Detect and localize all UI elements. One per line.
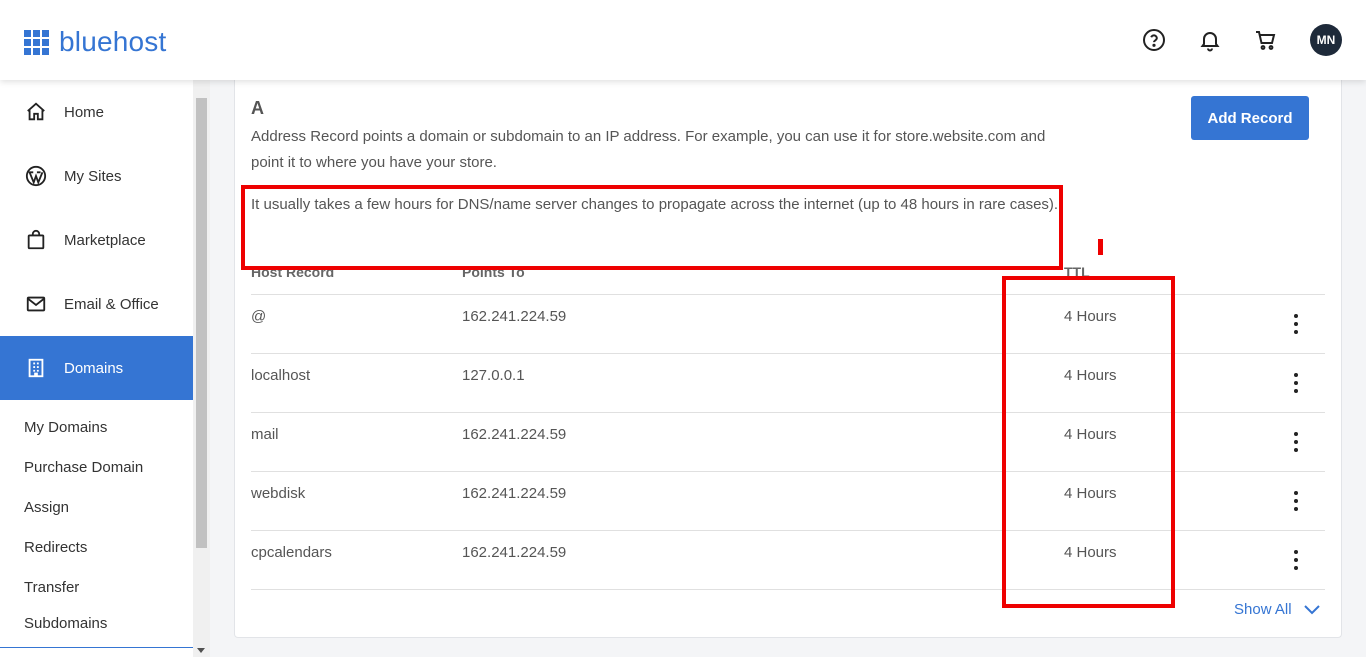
sidebar-subitem-subdomains[interactable]: Subdomains	[24, 615, 107, 632]
chevron-down-icon	[1303, 604, 1320, 615]
sidebar-scrollbar[interactable]	[193, 80, 210, 657]
sidebar-divider	[0, 647, 193, 648]
show-all-link[interactable]: Show All	[1234, 601, 1320, 618]
sidebar-subitem-my-domains[interactable]: My Domains	[24, 419, 107, 436]
host-cell: webdisk	[251, 485, 306, 502]
shopping-bag-icon	[24, 228, 48, 252]
more-options-icon[interactable]	[1290, 373, 1302, 393]
sidebar-item-label: Home	[64, 103, 105, 121]
logo-grid-icon	[24, 29, 49, 55]
sidebar-subitem-transfer[interactable]: Transfer	[24, 579, 79, 596]
sidebar-item-label: Email & Office	[64, 295, 159, 313]
sidebar-item-my-sites[interactable]: My Sites	[0, 144, 193, 208]
user-avatar[interactable]: MN	[1310, 24, 1342, 56]
more-options-icon[interactable]	[1290, 491, 1302, 511]
more-options-icon[interactable]	[1290, 432, 1302, 452]
record-description: Address Record points a domain or subdom…	[251, 128, 1046, 171]
sidebar-subitem-redirects[interactable]: Redirects	[24, 539, 87, 556]
more-options-icon[interactable]	[1290, 314, 1302, 334]
annotation-mark	[1098, 239, 1103, 255]
points-to-cell: 162.241.224.59	[462, 544, 567, 561]
home-icon	[24, 100, 48, 124]
points-to-cell: 162.241.224.59	[462, 308, 567, 325]
host-cell: mail	[251, 426, 279, 443]
add-record-button[interactable]: Add Record	[1191, 96, 1309, 140]
host-cell: @	[251, 308, 267, 325]
highlight-box-note	[241, 185, 1063, 270]
mail-icon	[24, 292, 48, 316]
more-options-icon[interactable]	[1290, 550, 1302, 570]
points-to-cell: 127.0.0.1	[462, 367, 525, 384]
sidebar-subitem-assign[interactable]: Assign	[24, 499, 69, 516]
building-icon	[24, 356, 48, 380]
sidebar-item-label: Domains	[64, 359, 124, 377]
cart-icon[interactable]	[1254, 28, 1278, 52]
sidebar-item-home[interactable]: Home	[0, 80, 193, 144]
points-to-cell: 162.241.224.59	[462, 426, 567, 443]
sidebar-item-label: My Sites	[64, 167, 122, 185]
logo-text: bluehost	[59, 26, 167, 57]
highlight-box-ttl	[1002, 276, 1175, 608]
points-to-cell: 162.241.224.59	[462, 485, 567, 502]
help-circle-icon[interactable]	[1142, 28, 1166, 52]
sidebar-item-label: Marketplace	[64, 231, 146, 249]
sidebar-item-marketplace[interactable]: Marketplace	[0, 208, 193, 272]
host-cell: cpcalendars	[251, 544, 332, 561]
sidebar-item-domains[interactable]: Domains	[0, 336, 193, 400]
show-all-label: Show All	[1234, 601, 1292, 618]
bell-icon[interactable]	[1198, 28, 1222, 52]
scroll-down-arrow-icon[interactable]	[197, 648, 205, 653]
wordpress-icon	[24, 164, 48, 188]
host-cell: localhost	[251, 367, 311, 384]
sidebar: Home My Sites Marketplace Email & Office…	[0, 80, 193, 657]
scrollbar-thumb[interactable]	[196, 98, 207, 548]
record-type-title: A	[251, 98, 264, 118]
sidebar-item-email-office[interactable]: Email & Office	[0, 272, 193, 336]
sidebar-subitem-purchase-domain[interactable]: Purchase Domain	[24, 459, 143, 476]
top-header: bluehost MN	[0, 0, 1366, 80]
bluehost-logo[interactable]: bluehost	[24, 26, 166, 58]
